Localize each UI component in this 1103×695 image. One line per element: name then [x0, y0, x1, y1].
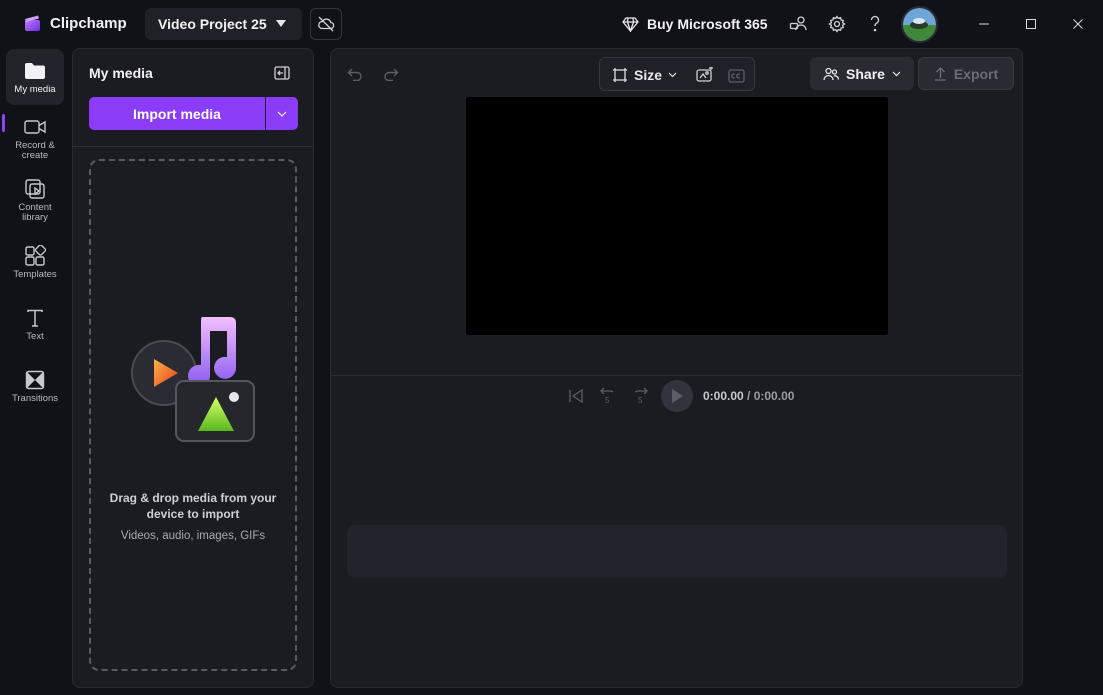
nav-label: Transitions [11, 392, 59, 404]
nav-label: Text [26, 330, 44, 342]
active-indicator [2, 114, 5, 132]
minimize-icon [979, 23, 989, 25]
timeline-track[interactable] [347, 525, 1007, 578]
buy-label: Buy Microsoft 365 [647, 16, 768, 32]
buy-microsoft-365-button[interactable]: Buy Microsoft 365 [622, 13, 768, 35]
project-title-dropdown[interactable]: Video Project 25 [145, 8, 302, 40]
export-button[interactable]: Export [918, 57, 1014, 90]
size-button[interactable]: Size [612, 65, 677, 85]
undo-button[interactable] [344, 63, 366, 85]
nav-label: Templates [13, 268, 57, 280]
maximize-icon [1026, 19, 1036, 29]
image-edit-icon [696, 67, 713, 82]
share-label: Share [846, 65, 885, 82]
nav-item-templates[interactable]: Templates [6, 234, 64, 290]
import-options-dropdown[interactable] [266, 97, 298, 130]
nav-item-transitions[interactable]: Transitions [6, 358, 64, 414]
cloud-sync-off-button[interactable] [310, 8, 342, 40]
import-media-label: Import media [133, 105, 221, 122]
size-label: Size [634, 67, 663, 83]
gear-icon [828, 15, 846, 33]
forward-5-button[interactable]: 5 [629, 385, 651, 407]
caret-down-icon [276, 20, 286, 27]
divider [331, 375, 1022, 376]
question-mark-icon [870, 15, 880, 32]
captions-button[interactable] [727, 65, 747, 85]
transitions-icon [25, 370, 45, 389]
chevron-down-icon [892, 71, 901, 76]
redo-button[interactable] [380, 63, 402, 85]
divider [73, 146, 313, 147]
media-panel-title: My media [89, 65, 153, 81]
nav-item-record-create[interactable]: Record & create [6, 110, 64, 166]
title-bar: Clipchamp Video Project 25 Buy Microsoft… [0, 0, 1103, 48]
preview-toolbar: Size [599, 57, 755, 91]
cloud-off-icon [318, 16, 335, 32]
rewind-5-button[interactable]: 5 [597, 385, 619, 407]
captions-icon [728, 69, 745, 83]
collapse-panel-icon [274, 66, 290, 80]
account-avatar[interactable] [901, 6, 938, 43]
play-button[interactable] [661, 380, 693, 412]
svg-text:5: 5 [638, 396, 643, 405]
share-button[interactable]: Share [810, 57, 914, 90]
play-icon [672, 389, 683, 403]
svg-text:5: 5 [605, 396, 610, 405]
editor-area: Size Share Export 5 5 0:00.00 / 0:00.00 [330, 48, 1023, 688]
close-icon [1073, 19, 1083, 29]
skip-back-icon [569, 389, 583, 403]
media-drop-zone[interactable]: Drag & drop media from your device to im… [89, 159, 297, 671]
drop-zone-subtitle: Videos, audio, images, GIFs [120, 530, 266, 542]
collapse-panel-button[interactable] [272, 63, 292, 83]
video-camera-icon [24, 119, 46, 134]
video-preview[interactable] [466, 97, 888, 335]
help-button[interactable] [863, 12, 887, 36]
redo-icon [384, 68, 399, 81]
diamond-icon [622, 16, 639, 32]
settings-button[interactable] [825, 12, 849, 36]
drop-zone-title: Drag & drop media from your device to im… [109, 491, 277, 521]
import-media-button[interactable]: Import media [89, 97, 265, 130]
people-icon [823, 67, 840, 80]
chevron-down-icon [277, 111, 287, 117]
folder-icon [25, 62, 45, 79]
media-panel: My media Import media Drag & drop media … [72, 48, 314, 688]
minimize-button[interactable] [970, 10, 998, 38]
avatar-image [903, 8, 936, 41]
nav-label: Content library [18, 201, 52, 223]
nav-label: My media [14, 83, 56, 95]
project-title: Video Project 25 [158, 16, 267, 32]
upload-icon [934, 67, 946, 81]
export-label: Export [953, 65, 999, 82]
templates-icon [25, 244, 46, 266]
rewind-5-icon: 5 [600, 387, 614, 405]
feedback-button[interactable] [786, 12, 810, 36]
nav-item-text[interactable]: Text [6, 296, 64, 352]
app-name: Clipchamp [50, 15, 127, 32]
library-icon [25, 178, 45, 199]
background-color-button[interactable] [695, 65, 715, 85]
text-icon [27, 309, 43, 327]
maximize-button[interactable] [1017, 10, 1045, 38]
media-types-illustration-icon [131, 317, 255, 442]
nav-item-my-media[interactable]: My media [6, 49, 64, 105]
people-feedback-icon [789, 16, 807, 31]
current-time: 0:00.00 [703, 389, 744, 403]
close-button[interactable] [1064, 10, 1092, 38]
nav-label: Record & create [15, 139, 55, 161]
chevron-down-icon [668, 72, 677, 78]
clipchamp-logo-icon [25, 15, 40, 31]
skip-to-start-button[interactable] [565, 385, 587, 407]
crop-icon [613, 68, 627, 82]
timecode: 0:00.00 / 0:00.00 [703, 389, 794, 403]
undo-icon [347, 68, 362, 81]
total-time: / 0:00.00 [747, 389, 795, 403]
forward-5-icon: 5 [634, 387, 648, 405]
nav-item-content-library[interactable]: Content library [6, 172, 64, 228]
